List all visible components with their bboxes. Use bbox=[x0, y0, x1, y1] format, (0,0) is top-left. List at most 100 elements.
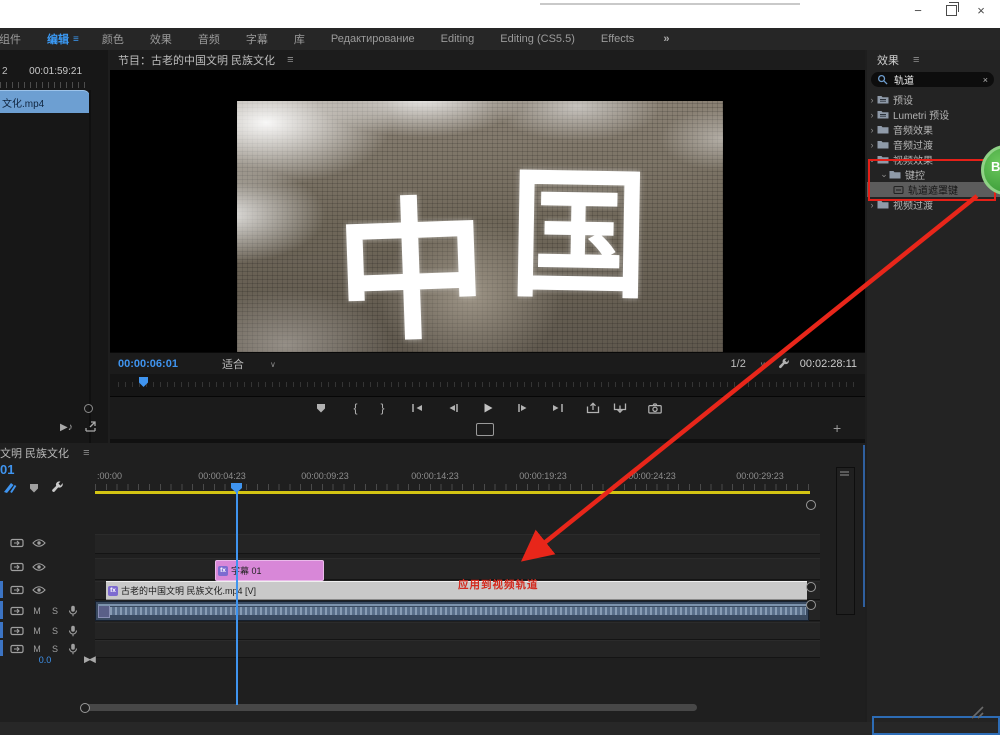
chevron-right-icon[interactable]: › bbox=[867, 110, 877, 120]
effects-panel: 效果 ≡ 轨道 × › 预设 › Lumetri 预设 › 音频效果 › 音频过… bbox=[867, 50, 1000, 735]
program-tab[interactable]: 节目：古老的中国文明 民族文化 ≡ bbox=[110, 50, 865, 70]
go-to-in-button[interactable] bbox=[409, 400, 427, 416]
workspace-tab-effects-en[interactable]: Effects bbox=[588, 33, 647, 45]
mute-track-button[interactable]: M bbox=[32, 626, 42, 636]
workspace-tab-editing-cs55[interactable]: Editing (CS5.5) bbox=[487, 33, 588, 45]
track-a3-lane[interactable] bbox=[95, 640, 820, 658]
chevron-right-icon[interactable]: › bbox=[867, 95, 877, 105]
workspace-overflow-chevron[interactable]: » bbox=[647, 33, 685, 45]
timeline-timecode[interactable]: 01 bbox=[0, 462, 14, 477]
tree-item-audio-effects[interactable]: › 音频效果 bbox=[867, 122, 1000, 137]
toggle-track-output-eye-icon[interactable] bbox=[32, 586, 46, 594]
effects-panel-menu-icon[interactable]: ≡ bbox=[899, 54, 919, 66]
mic-voiceover-icon[interactable] bbox=[68, 625, 78, 637]
workspace-menu-icon[interactable]: ≡ bbox=[73, 34, 89, 45]
source-patch-icon[interactable] bbox=[10, 644, 24, 654]
source-patch-icon[interactable] bbox=[10, 562, 24, 572]
mark-out-button[interactable]: } bbox=[374, 400, 392, 416]
mic-voiceover-icon[interactable] bbox=[68, 605, 78, 617]
program-panel-menu-icon[interactable]: ≡ bbox=[275, 54, 293, 66]
chevron-right-icon[interactable]: › bbox=[867, 140, 877, 150]
timeline-tab[interactable]: 文明 民族文化 ≡ bbox=[0, 445, 300, 461]
tree-item-lumetri-presets[interactable]: › Lumetri 预设 bbox=[867, 107, 1000, 122]
clip-subtitle-01[interactable]: fx 字幕 01 bbox=[215, 560, 324, 581]
mark-in-button[interactable]: { bbox=[347, 400, 365, 416]
export-frame-icon[interactable] bbox=[84, 420, 97, 433]
solo-track-button[interactable]: S bbox=[50, 626, 60, 636]
minimize-button[interactable]: − bbox=[905, 1, 931, 19]
timeline-ruler[interactable] bbox=[95, 484, 810, 490]
drag-audio-icon[interactable]: ▶♪ bbox=[60, 422, 73, 433]
zoom-fit-select[interactable]: 适合 bbox=[222, 356, 244, 372]
toggle-track-output-eye-icon[interactable] bbox=[32, 539, 46, 547]
track-header-v1 bbox=[0, 582, 95, 598]
effects-tab[interactable]: 效果 ≡ bbox=[867, 50, 1000, 70]
source-patch-icon[interactable] bbox=[10, 626, 24, 636]
workspace-tab-titles[interactable]: 字幕 bbox=[233, 31, 281, 47]
source-clip-bar[interactable]: 文化.mp4 bbox=[0, 90, 90, 113]
solo-track-button[interactable]: S bbox=[50, 606, 60, 616]
source-patch-icon[interactable] bbox=[10, 585, 24, 595]
workspace-tab-editing-en[interactable]: Editing bbox=[428, 33, 488, 45]
step-back-button[interactable] bbox=[444, 400, 462, 416]
workspace-tab-effects-cn[interactable]: 效果 bbox=[137, 31, 185, 47]
chevron-right-icon[interactable]: › bbox=[867, 200, 877, 210]
scrollbar-knob[interactable] bbox=[80, 703, 90, 713]
playhead-line[interactable] bbox=[236, 491, 238, 705]
play-button[interactable] bbox=[479, 400, 497, 416]
track-resize-knob[interactable] bbox=[806, 600, 816, 610]
clip-main-audio[interactable] bbox=[95, 601, 809, 621]
clip-main-video[interactable]: fx 古老的中国文明 民族文化.mp4 [V] bbox=[106, 581, 807, 600]
workspace-tab-editing-cn[interactable]: 编辑 bbox=[34, 31, 73, 47]
program-position-timecode[interactable]: 00:00:06:01 bbox=[118, 358, 178, 370]
source-patch-icon[interactable] bbox=[10, 606, 24, 616]
search-input-value[interactable]: 轨道 bbox=[894, 72, 914, 87]
bottom-strip bbox=[0, 722, 1000, 735]
vertical-scrollbar[interactable] bbox=[836, 467, 855, 615]
scrub-ticks bbox=[118, 382, 857, 387]
toggle-track-output-eye-icon[interactable] bbox=[32, 563, 46, 571]
restore-button[interactable] bbox=[938, 1, 964, 19]
effects-search-box[interactable]: 轨道 × bbox=[871, 72, 994, 87]
search-clear-icon[interactable]: × bbox=[983, 75, 988, 85]
insert-overwrite-icon[interactable] bbox=[2, 481, 17, 494]
extract-button[interactable] bbox=[611, 400, 629, 416]
fit-sequence-icon[interactable]: ▶◀ bbox=[84, 654, 94, 665]
close-button[interactable]: × bbox=[968, 1, 994, 19]
track-resize-knob[interactable] bbox=[806, 500, 816, 510]
step-forward-button[interactable] bbox=[514, 400, 532, 416]
workspace-tab-library[interactable]: 库 bbox=[281, 31, 318, 47]
mute-track-button[interactable]: M bbox=[32, 606, 42, 616]
workspace-tab-color[interactable]: 颜色 bbox=[89, 31, 137, 47]
safe-margins-button[interactable] bbox=[476, 423, 494, 436]
tree-item-presets[interactable]: › 预设 bbox=[867, 92, 1000, 107]
go-to-out-button[interactable] bbox=[549, 400, 567, 416]
program-scrub-bar[interactable] bbox=[110, 374, 865, 397]
workspace-tab-components[interactable]: 组件 bbox=[0, 31, 34, 47]
track-v3-lane[interactable] bbox=[95, 534, 820, 554]
mic-voiceover-icon[interactable] bbox=[68, 643, 78, 655]
source-patch-icon[interactable] bbox=[10, 538, 24, 548]
export-frame-button[interactable] bbox=[646, 400, 664, 416]
workspace-tab-editing-ru[interactable]: Редактирование bbox=[318, 33, 428, 45]
source-scroll-knob[interactable] bbox=[84, 404, 93, 413]
playback-resolution-select[interactable]: 1/2 bbox=[731, 358, 746, 370]
timeline-settings-wrench-icon[interactable] bbox=[51, 481, 64, 494]
audio-level-value[interactable]: 0.0 bbox=[28, 655, 62, 665]
chevron-right-icon[interactable]: › bbox=[867, 125, 877, 135]
add-marker-button[interactable] bbox=[312, 400, 330, 416]
tree-item-audio-transitions[interactable]: › 音频过渡 bbox=[867, 137, 1000, 152]
timeline-panel-menu-icon[interactable]: ≡ bbox=[69, 447, 89, 459]
lift-button[interactable] bbox=[584, 400, 602, 416]
button-editor-plus[interactable]: + bbox=[833, 420, 841, 436]
window-resize-grip[interactable] bbox=[958, 705, 984, 719]
settings-wrench-icon[interactable] bbox=[778, 358, 790, 370]
track-resize-knob[interactable] bbox=[806, 582, 816, 592]
source-ruler[interactable] bbox=[0, 82, 90, 88]
workspace-tab-audio[interactable]: 音频 bbox=[185, 31, 233, 47]
track-a2-lane[interactable] bbox=[95, 622, 820, 640]
marker-icon[interactable] bbox=[29, 483, 39, 493]
horizontal-scrollbar[interactable] bbox=[85, 704, 697, 711]
mute-track-button[interactable]: M bbox=[32, 644, 42, 654]
solo-track-button[interactable]: S bbox=[50, 644, 60, 654]
